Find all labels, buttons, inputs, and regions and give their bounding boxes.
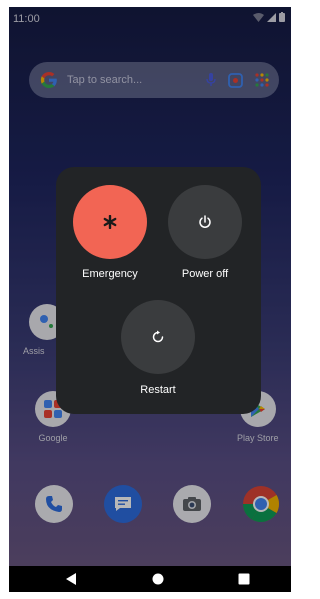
- restart-button[interactable]: [121, 300, 195, 374]
- navigation-bar: [9, 566, 291, 592]
- phone-screen: 11:00 Tap to search... Assis Google Play…: [9, 7, 291, 592]
- back-icon[interactable]: [65, 573, 77, 585]
- restart-icon: [152, 330, 164, 343]
- asterisk-icon: [103, 215, 117, 229]
- emergency-label: Emergency: [82, 268, 138, 280]
- emergency-button[interactable]: [73, 185, 147, 259]
- home-icon[interactable]: [152, 573, 164, 585]
- restart-label: Restart: [140, 384, 176, 396]
- power-menu: Emergency Power off Restart: [56, 167, 261, 414]
- power-off-label: Power off: [181, 268, 229, 280]
- power-off-button[interactable]: [168, 185, 242, 259]
- power-icon: [199, 215, 211, 228]
- recents-icon[interactable]: [238, 573, 250, 585]
